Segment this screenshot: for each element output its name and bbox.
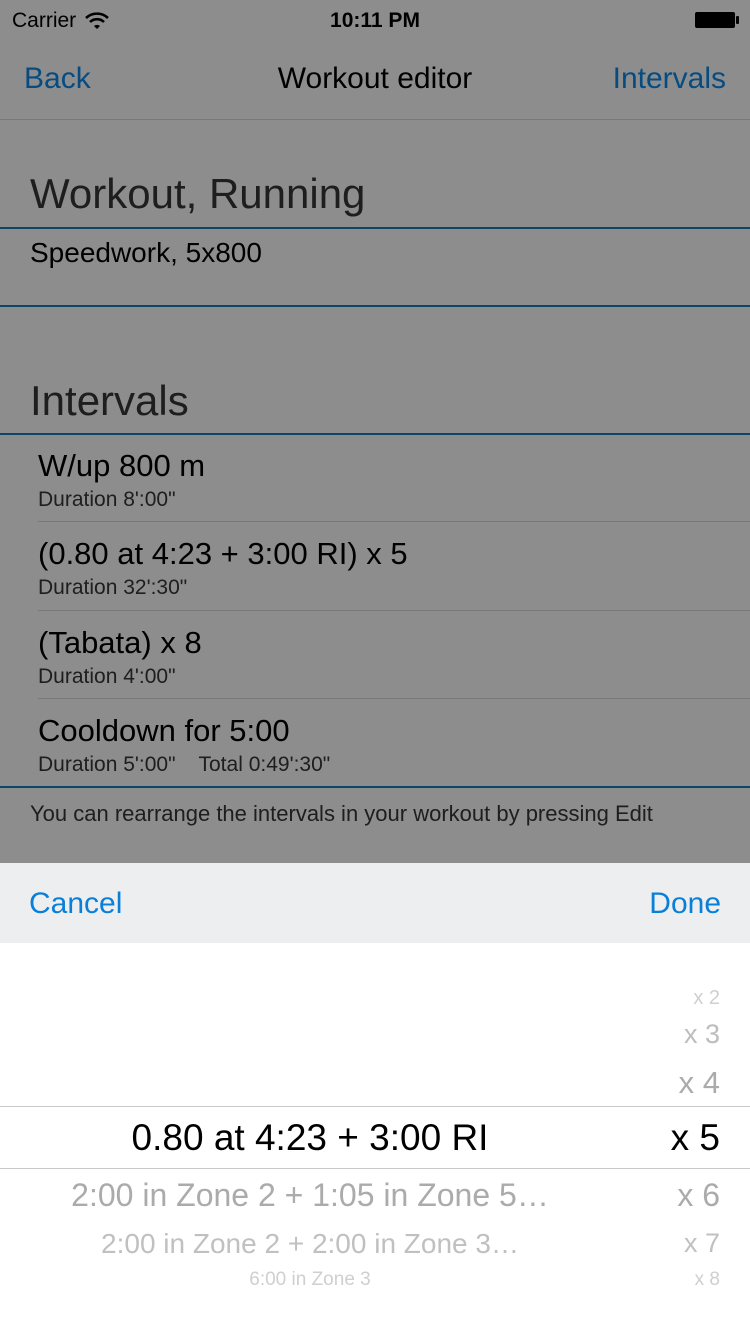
picker-interval-option-selected[interactable]: 0.80 at 4:23 + 3:00 RI (0, 1117, 620, 1159)
picker-interval-option[interactable]: 2:00 in Zone 2 + 2:00 in Zone 3… (0, 1228, 620, 1260)
cancel-button[interactable]: Cancel (29, 887, 122, 921)
interval-title: Cooldown for 5:00 (38, 713, 290, 748)
navigation-bar: Back Workout editor Intervals (0, 40, 750, 120)
interval-title: (Tabata) x 8 (38, 625, 202, 660)
intervals-footer-note: You can rearrange the intervals in your … (30, 801, 653, 826)
picker-toolbar: Cancel Done (0, 863, 750, 943)
workout-name-field[interactable]: Speedwork, 5x800 (30, 237, 262, 269)
row-separator (38, 698, 750, 699)
interval-row[interactable]: (0.80 at 4:23 + 3:00 RI) x 5 Duration 32… (0, 524, 750, 612)
interval-duration: Duration 5':00" Total 0:49':30" (38, 753, 331, 776)
picker-sheet: Cancel Done 0.80 at 4:23 + 3:00 RI 2:00 … (0, 863, 750, 1334)
picker-repeat-option[interactable]: x 2 (610, 987, 720, 1010)
section-divider (0, 786, 750, 788)
interval-title: W/up 800 m (38, 448, 206, 483)
row-separator (38, 521, 750, 522)
picker-interval-option[interactable]: 2:00 in Zone 2 + 1:05 in Zone 5… (0, 1177, 620, 1214)
picker-repeat-option[interactable]: x 7 (610, 1228, 720, 1259)
intervals-button[interactable]: Intervals (613, 62, 726, 96)
picker-selection-line-top (0, 1106, 750, 1107)
picker-selection-line-bottom (0, 1168, 750, 1169)
done-button[interactable]: Done (649, 887, 721, 921)
picker-repeat-option[interactable]: x 4 (610, 1065, 720, 1101)
interval-row[interactable]: Cooldown for 5:00 Duration 5':00" Total … (0, 701, 750, 789)
section-divider (0, 305, 750, 307)
section-divider (0, 433, 750, 435)
interval-duration: Duration 8':00" (38, 488, 176, 511)
picker-repeat-option[interactable]: x 8 (610, 1269, 720, 1291)
interval-duration: Duration 4':00" (38, 665, 176, 688)
interval-row[interactable]: W/up 800 m Duration 8':00" (0, 436, 750, 524)
picker-interval-option[interactable]: 6:00 in Zone 3 (0, 1269, 620, 1291)
row-separator (38, 610, 750, 611)
status-bar: Carrier 10:11 PM (0, 0, 750, 40)
status-time: 10:11 PM (330, 9, 420, 32)
picker-repeat-option[interactable]: x 6 (610, 1177, 720, 1214)
interval-title: (0.80 at 4:23 + 3:00 RI) x 5 (38, 536, 408, 571)
interval-duration: Duration 32':30" (38, 576, 188, 599)
intervals-section-header: Intervals (30, 377, 189, 424)
picker-repeat-option-selected[interactable]: x 5 (610, 1117, 720, 1159)
workout-name-row[interactable]: Speedwork, 5x800 (0, 229, 750, 305)
battery-icon (695, 12, 739, 28)
picker-repeat-option[interactable]: x 3 (610, 1019, 720, 1050)
interval-picker[interactable]: 0.80 at 4:23 + 3:00 RI 2:00 in Zone 2 + … (0, 943, 750, 1334)
workout-section-header: Workout, Running (30, 170, 366, 217)
interval-row[interactable]: (Tabata) x 8 Duration 4':00" (0, 613, 750, 701)
